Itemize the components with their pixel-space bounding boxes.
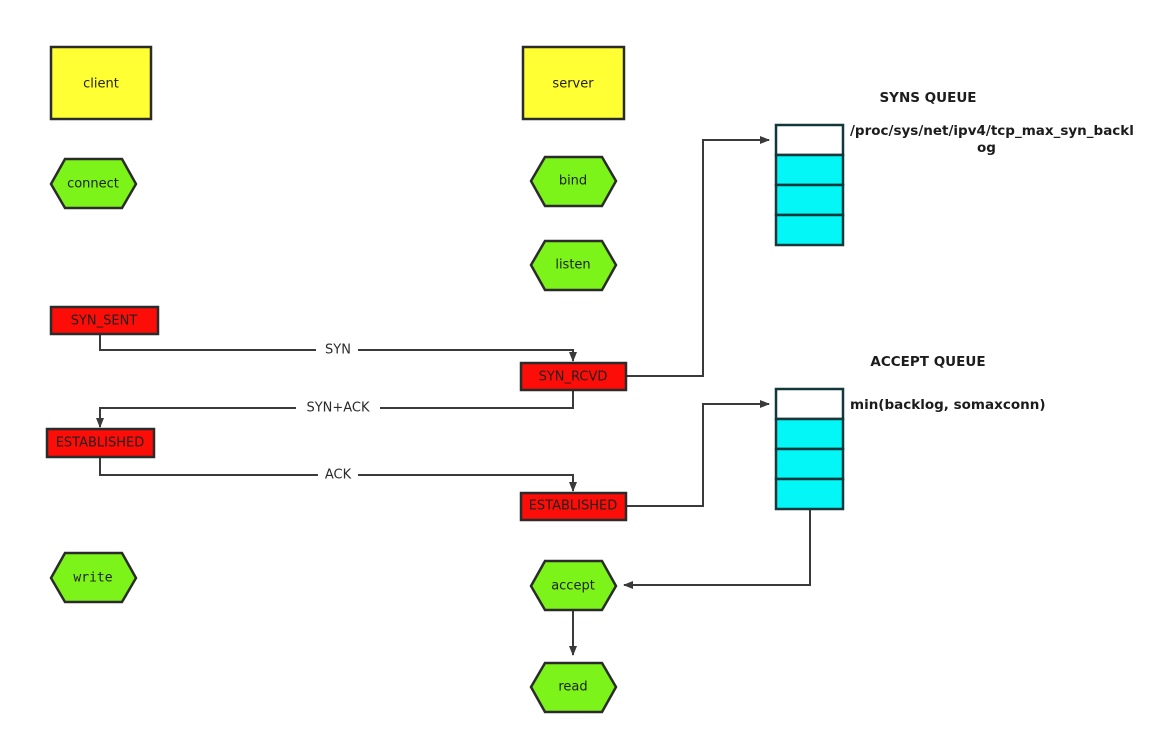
client-established-label: ESTABLISHED: [56, 436, 145, 451]
syns-queue-note-line1: /proc/sys/net/ipv4/tcp_max_syn_backl: [850, 123, 1134, 139]
edge-accept-queue-to-accept: [623, 510, 811, 589]
syns-queue-cell[interactable]: [774, 123, 845, 157]
edge-syn-label: SYN: [325, 343, 351, 358]
accept-queue: ACCEPT QUEUE min(backlog, somaxconn): [774, 354, 1046, 511]
read-node-label: read: [558, 680, 587, 695]
edge-ack-label: ACK: [325, 468, 352, 483]
tcp-handshake-diagram: client connect SYN_SENT ESTABLISHED writ…: [0, 0, 1153, 745]
accept-node-label: accept: [551, 579, 595, 594]
edge-syn-ack-label: SYN+ACK: [306, 401, 370, 416]
syns-queue-note-line2: og: [977, 140, 996, 156]
client-column: client connect SYN_SENT ESTABLISHED writ…: [45, 45, 160, 604]
client-box-label: client: [83, 77, 119, 92]
write-node-label: write: [73, 571, 112, 586]
accept-queue-cell[interactable]: [774, 387, 845, 421]
accept-queue-cell[interactable]: [774, 477, 845, 511]
connect-node-label: connect: [67, 177, 119, 192]
syns-queue-cell[interactable]: [774, 183, 845, 217]
edge-label-layer: SYN SYN+ACK ACK: [296, 341, 380, 484]
client-syn-sent-label: SYN_SENT: [71, 314, 138, 329]
server-syn-rcvd-label: SYN_RCVD: [539, 370, 608, 385]
accept-queue-title: ACCEPT QUEUE: [870, 354, 985, 370]
edge-established-to-accept-queue: [627, 400, 770, 507]
server-established-label: ESTABLISHED: [529, 499, 618, 514]
accept-queue-cell[interactable]: [774, 447, 845, 481]
edge-layer: [96, 136, 811, 656]
accept-queue-note-line1: min(backlog, somaxconn): [850, 397, 1046, 413]
syns-queue-cell[interactable]: [774, 213, 845, 247]
accept-queue-cell[interactable]: [774, 417, 845, 451]
syns-queue-title: SYNS QUEUE: [879, 90, 976, 106]
syns-queue-cell[interactable]: [774, 153, 845, 187]
syns-queue: SYNS QUEUE /proc/sys/net/ipv4/tcp_max_sy…: [774, 90, 1134, 247]
edge-syn-rcvd-to-syns-queue: [627, 136, 770, 377]
listen-node-label: listen: [555, 258, 590, 273]
server-box-label: server: [552, 77, 594, 92]
bind-node-label: bind: [559, 174, 587, 189]
